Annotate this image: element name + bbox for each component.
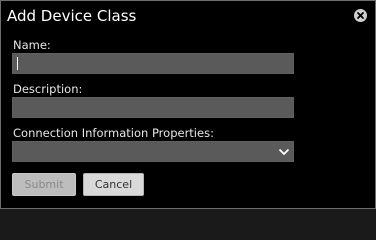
connection-properties-label: Connection Information Properties:	[13, 126, 214, 140]
connection-properties-select[interactable]	[12, 141, 294, 162]
chevron-down-icon	[278, 148, 290, 156]
text-cursor	[17, 57, 18, 70]
close-icon	[357, 12, 364, 19]
description-input[interactable]	[12, 97, 294, 118]
submit-button[interactable]: Submit	[12, 173, 76, 196]
description-label: Description:	[13, 82, 83, 96]
cancel-button[interactable]: Cancel	[83, 173, 144, 196]
close-button[interactable]	[354, 9, 367, 22]
name-label: Name:	[13, 38, 51, 52]
dialog-title: Add Device Class	[7, 7, 137, 25]
add-device-class-dialog: Add Device Class Name: Description: Conn…	[0, 0, 376, 209]
name-input[interactable]	[12, 53, 294, 74]
